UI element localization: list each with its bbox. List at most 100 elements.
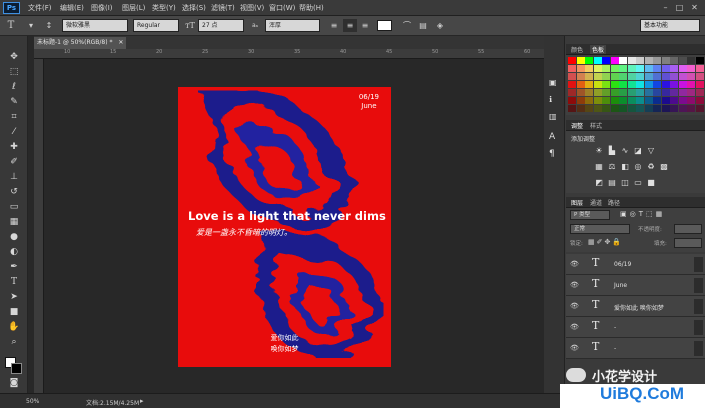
color-swatch[interactable] (576, 65, 585, 72)
color-swatch[interactable] (610, 105, 619, 112)
color-swatch[interactable] (661, 89, 670, 96)
close-icon[interactable]: ✕ (688, 2, 701, 13)
color-swatch[interactable] (627, 97, 636, 104)
levels-icon[interactable]: ▙ (607, 146, 617, 156)
color-swatch[interactable] (687, 65, 695, 72)
layer-row[interactable]: 👁 T - (566, 317, 705, 338)
color-swatch[interactable] (593, 65, 602, 72)
color-swatch[interactable] (610, 89, 619, 96)
curves-icon[interactable]: ∿ (620, 146, 630, 156)
color-lookup-icon[interactable]: ▩ (659, 162, 669, 172)
eye-icon[interactable]: 👁 (570, 344, 579, 352)
hue-saturation-icon[interactable]: ▦ (594, 162, 604, 172)
layer-scroll-track[interactable] (694, 257, 703, 272)
brush-tool-icon[interactable]: ✐ (4, 155, 24, 169)
align-left-icon[interactable]: ≡ (327, 19, 341, 32)
channel-mixer-icon[interactable]: ♻ (646, 162, 656, 172)
color-swatch[interactable] (687, 105, 695, 112)
close-tab-icon[interactable]: ✕ (118, 39, 123, 46)
color-swatch[interactable] (627, 81, 636, 88)
layer-row[interactable]: 👁 T 爱你如此 唤你如梦 (566, 296, 705, 317)
color-swatch[interactable] (619, 57, 627, 64)
color-swatch[interactable] (695, 97, 704, 104)
color-swatch[interactable] (636, 65, 644, 72)
photo-filter-icon[interactable]: ◎ (633, 162, 643, 172)
eye-icon[interactable]: 👁 (570, 281, 579, 289)
color-swatch[interactable] (593, 73, 602, 80)
menu-window[interactable]: 窗口(W) (269, 3, 295, 13)
color-swatch[interactable] (687, 81, 695, 88)
color-swatch[interactable] (670, 57, 678, 64)
invert-icon[interactable]: ◩ (594, 178, 604, 188)
color-swatch[interactable] (602, 65, 610, 72)
font-style-select[interactable]: Regular (133, 19, 179, 32)
swatch-tool-icon[interactable]: ▥ (549, 112, 557, 121)
color-swatch[interactable] (670, 97, 678, 104)
color-swatch[interactable] (678, 81, 687, 88)
shape-tool-icon[interactable]: ■ (4, 305, 24, 319)
tab-paths[interactable]: 路径 (608, 198, 620, 207)
vibrance-icon[interactable]: ▽ (646, 146, 656, 156)
layer-scroll-track[interactable] (694, 299, 703, 314)
color-swatch[interactable] (687, 97, 695, 104)
color-swatch[interactable] (644, 89, 653, 96)
color-swatch[interactable] (576, 97, 585, 104)
align-center-icon[interactable]: ≡ (343, 19, 357, 32)
menu-type[interactable]: 类型(Y) (152, 3, 176, 13)
color-swatch[interactable] (661, 105, 670, 112)
color-swatch[interactable] (568, 57, 576, 64)
zoom-tool-icon[interactable]: ⌕ (4, 335, 24, 349)
color-swatch[interactable] (653, 81, 661, 88)
color-swatch[interactable] (687, 57, 695, 64)
color-swatch[interactable] (585, 57, 593, 64)
menu-help[interactable]: 帮助(H) (299, 3, 324, 13)
color-swatch[interactable] (695, 105, 704, 112)
color-swatch[interactable] (687, 73, 695, 80)
color-swatch[interactable] (636, 81, 644, 88)
eye-icon[interactable]: 👁 (570, 323, 579, 331)
color-swatch[interactable] (602, 57, 610, 64)
color-swatch[interactable] (636, 73, 644, 80)
color-swatch[interactable] (644, 105, 653, 112)
color-swatch[interactable] (619, 89, 627, 96)
lasso-tool-icon[interactable]: ℓ (4, 80, 24, 94)
swatches-grid[interactable] (566, 55, 705, 115)
minimize-icon[interactable]: – (659, 2, 672, 13)
color-swatch[interactable] (653, 89, 661, 96)
color-swatch[interactable] (670, 73, 678, 80)
menu-select[interactable]: 选择(S) (182, 3, 206, 13)
3d-icon[interactable]: ◈ (433, 19, 447, 32)
color-swatch[interactable] (585, 73, 593, 80)
posterize-icon[interactable]: ▤ (607, 178, 617, 188)
color-swatch[interactable] (695, 65, 704, 72)
color-swatch[interactable] (678, 73, 687, 80)
tool-preset-dropdown-icon[interactable]: ▾ (24, 19, 38, 32)
history-icon[interactable]: ▣ (549, 78, 557, 87)
color-balance-icon[interactable]: ⚖ (607, 162, 617, 172)
hand-tool-icon[interactable]: ✋ (4, 320, 24, 334)
exposure-icon[interactable]: ◪ (633, 146, 643, 156)
paragraph-icon[interactable]: ¶ (549, 149, 555, 159)
eye-icon[interactable]: 👁 (570, 302, 579, 310)
tab-channels[interactable]: 通道 (590, 198, 602, 207)
color-swatch[interactable] (678, 65, 687, 72)
pen-tool-icon[interactable]: ✒ (4, 260, 24, 274)
text-color-swatch[interactable] (377, 20, 392, 31)
eraser-tool-icon[interactable]: ▭ (4, 200, 24, 214)
headline-text[interactable]: Love is a light that never dims (188, 209, 386, 223)
poster-canvas[interactable]: 06/19 June Love is a light that never di… (178, 87, 391, 367)
color-swatch[interactable] (602, 81, 610, 88)
color-swatch[interactable] (610, 57, 619, 64)
color-swatch[interactable] (644, 97, 653, 104)
color-swatch[interactable] (602, 89, 610, 96)
status-menu-icon[interactable]: ▸ (140, 397, 144, 405)
marquee-tool-icon[interactable]: ⬚ (4, 65, 24, 79)
menu-image[interactable]: 图像(I) (91, 3, 113, 13)
crop-tool-icon[interactable]: ⌗ (4, 110, 24, 124)
quick-mask-icon[interactable]: ◙ (4, 376, 24, 390)
color-swatch[interactable] (602, 105, 610, 112)
color-swatch[interactable] (576, 73, 585, 80)
color-swatch[interactable] (636, 89, 644, 96)
workspace-select[interactable]: 基本功能 (640, 19, 700, 32)
text-orientation-icon[interactable]: ↕ (42, 19, 56, 32)
